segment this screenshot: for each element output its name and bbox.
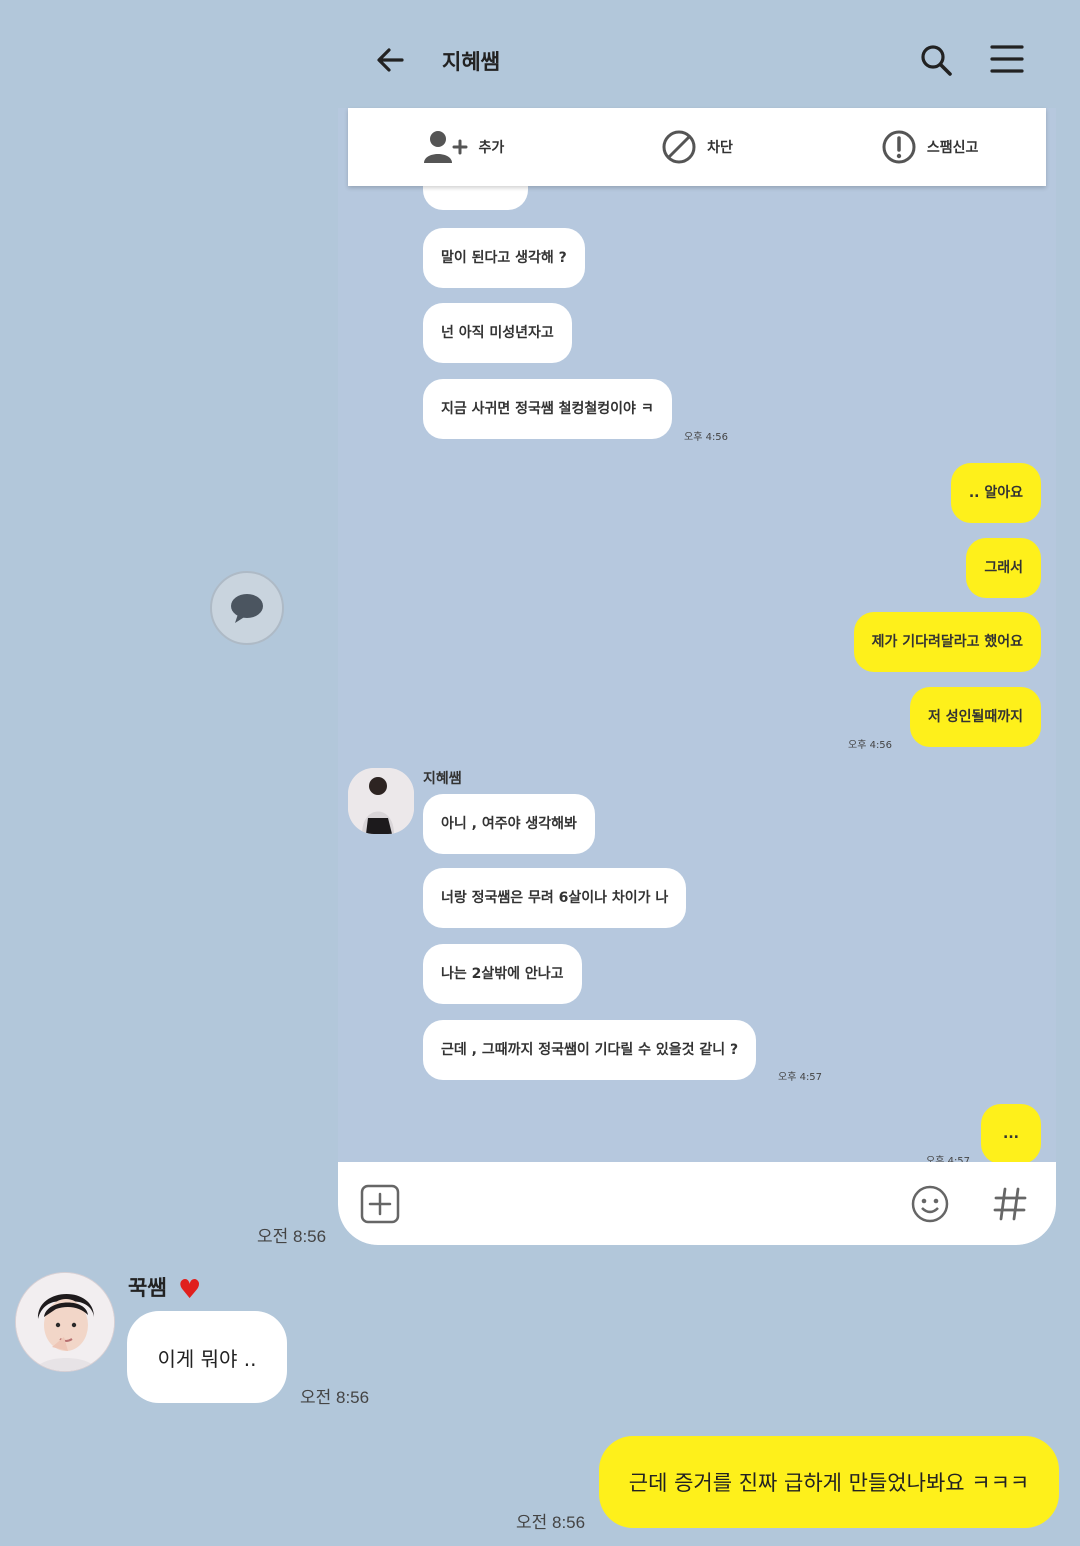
unknown-sender-action-bar: 추가 차단 스팸신고 bbox=[348, 108, 1046, 186]
message-bubble: 아니 , 여주야 생각해봐 bbox=[423, 794, 595, 854]
share-message-button[interactable] bbox=[210, 571, 284, 645]
sender-name-row: 꾹쌤 ♥ bbox=[128, 1272, 201, 1305]
message-bubble: 지금 사귀면 정국쌤 철컹철컹이야 ㅋ bbox=[423, 379, 672, 439]
message-bubble: 근데 , 그때까지 정국쌤이 기다릴 수 있을것 같니 ? bbox=[423, 1020, 757, 1080]
sender-avatar[interactable] bbox=[15, 1272, 115, 1372]
message-bubble: 말이 된다고 생각해 ? bbox=[423, 228, 585, 288]
hashtag-icon[interactable] bbox=[990, 1184, 1030, 1224]
inner-chat-title: 지혜쌤 bbox=[442, 50, 500, 74]
report-spam-button[interactable]: 스팸신고 bbox=[813, 129, 1046, 165]
sender-name: 지혜쌤 bbox=[423, 771, 462, 787]
my-message-bubble: 저 성인될때까지 bbox=[909, 687, 1041, 747]
profile-photo-icon bbox=[348, 768, 414, 834]
add-friend-icon bbox=[424, 131, 468, 163]
add-friend-label: 추가 bbox=[478, 140, 505, 156]
emoji-icon[interactable] bbox=[910, 1184, 950, 1224]
add-friend-button[interactable]: 추가 bbox=[348, 129, 581, 165]
profile-photo-icon bbox=[16, 1273, 114, 1371]
speech-bubble-icon bbox=[231, 594, 263, 623]
forward-timestamp: 오전 8:56 bbox=[257, 1227, 327, 1246]
search-icon[interactable] bbox=[918, 42, 954, 78]
message-bubble: 너랑 정국쌤은 무려 6살이나 차이가 나 bbox=[423, 868, 687, 928]
message-timestamp: 오후 4:56 bbox=[684, 432, 729, 443]
message-input-bar bbox=[338, 1162, 1056, 1245]
message-timestamp: 오후 4:57 bbox=[778, 1072, 823, 1083]
message-timestamp: 오후 4:56 bbox=[848, 740, 893, 751]
forwarded-screenshot[interactable]: 지혜쌤 너랑 정국 ? 말이 된다고 생각해 ? 넌 아직 미성년자고 지금 사… bbox=[338, 0, 1056, 1245]
menu-icon[interactable] bbox=[990, 42, 1024, 76]
my-message-bubble: 그래서 bbox=[966, 538, 1041, 598]
my-message-bubble: 근데 증거를 진짜 급하게 만들었나봐요 ㅋㅋㅋ bbox=[599, 1436, 1059, 1528]
block-button[interactable]: 차단 bbox=[581, 129, 814, 165]
message-timestamp: 오전 8:56 bbox=[516, 1513, 586, 1532]
inner-chat-header: 지혜쌤 bbox=[338, 0, 1056, 108]
back-arrow-icon[interactable] bbox=[372, 42, 408, 78]
my-message-bubble: .. 알아요 bbox=[950, 463, 1041, 523]
my-message-bubble: ... bbox=[981, 1104, 1041, 1164]
my-message-bubble: 제가 기다려달라고 했어요 bbox=[853, 612, 1041, 672]
block-label: 차단 bbox=[707, 140, 733, 156]
block-icon bbox=[662, 130, 696, 164]
sender-avatar[interactable] bbox=[348, 768, 414, 834]
message-bubble: 나는 2살밖에 안나고 bbox=[423, 944, 582, 1004]
report-icon bbox=[882, 130, 916, 164]
add-attachment-icon[interactable] bbox=[360, 1184, 400, 1224]
report-spam-label: 스팸신고 bbox=[926, 140, 979, 156]
message-bubble: 넌 아직 미성년자고 bbox=[423, 303, 572, 363]
message-bubble: 이게 뭐야 .. bbox=[127, 1311, 287, 1403]
sender-name: 꾹쌤 bbox=[128, 1276, 167, 1300]
message-timestamp: 오전 8:56 bbox=[300, 1388, 370, 1407]
heart-icon: ♥ bbox=[177, 1275, 202, 1305]
